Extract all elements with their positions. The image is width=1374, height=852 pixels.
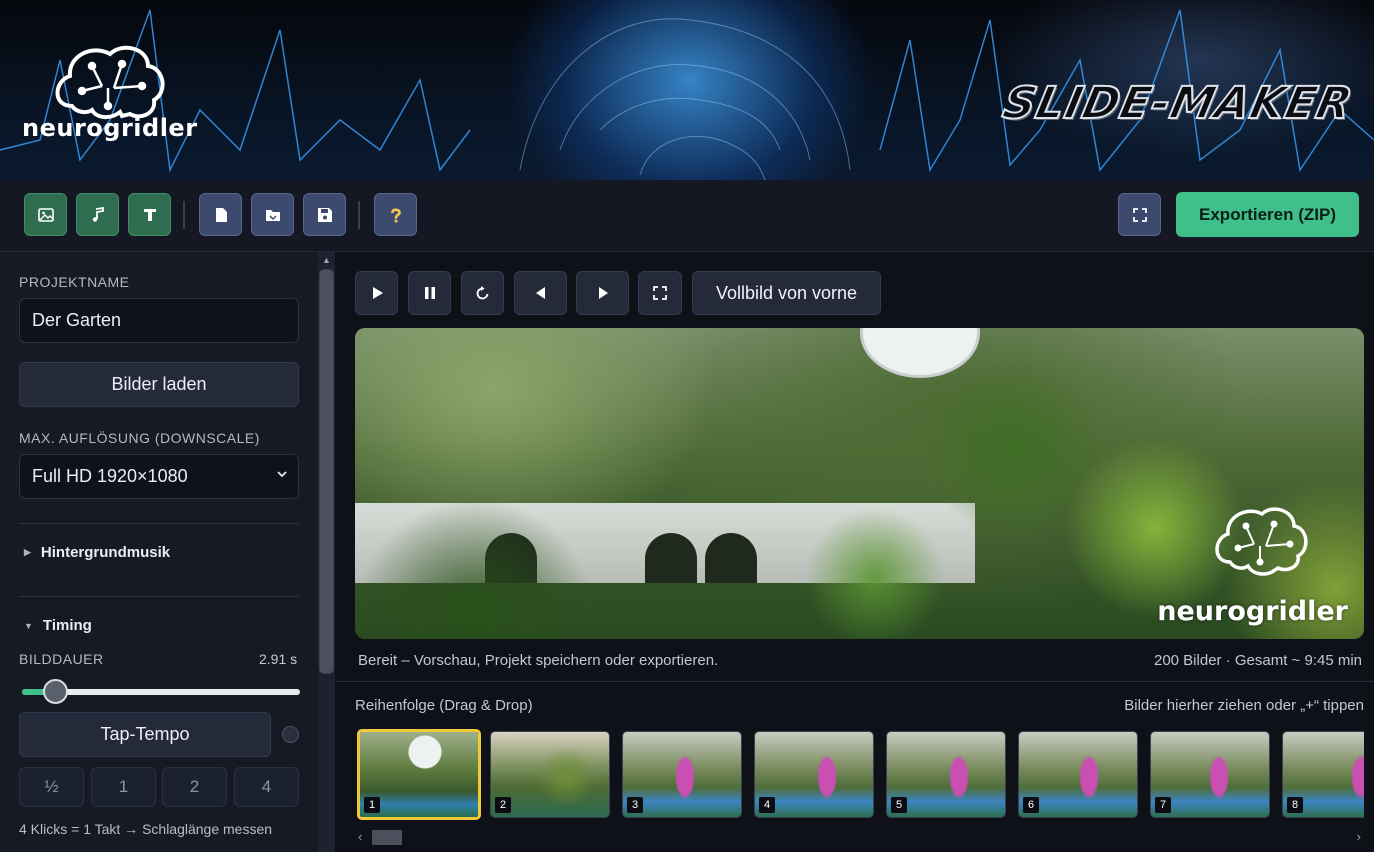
new-project-button[interactable] xyxy=(199,193,242,236)
sidebar-scrollbar[interactable]: ▲ xyxy=(318,252,335,852)
fullscreen-from-start-button[interactable]: Vollbild von vorne xyxy=(692,271,881,315)
thumbnail-strip: 1 2 3 4 5 6 7 8 xyxy=(355,727,1364,823)
export-zip-button[interactable]: Exportieren (ZIP) xyxy=(1176,192,1359,237)
chevron-down-icon xyxy=(277,471,287,478)
scrollbar-thumb[interactable] xyxy=(372,830,402,845)
tap-tempo-button[interactable]: Tap-Tempo xyxy=(19,712,271,757)
scrollbar-thumb[interactable] xyxy=(319,269,334,674)
help-button[interactable] xyxy=(374,193,417,236)
add-image-button[interactable] xyxy=(24,193,67,236)
app-title: SLIDE-MAKER xyxy=(998,77,1359,130)
watermark-text: neurogridler xyxy=(1157,596,1348,627)
fullscreen-button[interactable] xyxy=(1118,193,1161,236)
image-icon xyxy=(37,207,54,222)
multiplier-half-button[interactable]: ½ xyxy=(19,767,84,807)
toolbar: Exportieren (ZIP) xyxy=(0,180,1374,252)
triangle-left-icon xyxy=(535,287,545,299)
tap-tempo-hint: 4 Klicks = 1 Takt → Schlaglänge messen xyxy=(19,821,273,837)
thumbnail-item[interactable]: 3 xyxy=(622,731,742,818)
thumbnail-number: 6 xyxy=(1023,797,1039,813)
fullscreen-icon xyxy=(1132,207,1147,222)
multiplier-2-button[interactable]: 2 xyxy=(162,767,227,807)
previous-button[interactable] xyxy=(514,271,567,315)
sidebar: PROJEKTNAME Der Garten Bilder laden MAX.… xyxy=(0,252,335,852)
pause-button[interactable] xyxy=(408,271,451,315)
thumbnail-item[interactable]: 4 xyxy=(754,731,874,818)
divider xyxy=(19,523,299,524)
play-icon xyxy=(372,287,383,299)
divider xyxy=(19,596,299,597)
resolution-select[interactable]: Full HD 1920×1080 xyxy=(19,454,299,499)
add-music-button[interactable] xyxy=(76,193,119,236)
timeline-scrollbar[interactable]: ‹ › xyxy=(355,829,1364,846)
play-button[interactable] xyxy=(355,271,398,315)
thumbnail-number: 3 xyxy=(627,797,643,813)
caret-down-icon: ▼ xyxy=(24,620,33,631)
multiplier-4-button[interactable]: 4 xyxy=(234,767,299,807)
next-button[interactable] xyxy=(576,271,629,315)
thumbnail-number: 8 xyxy=(1287,797,1303,813)
folder-icon xyxy=(265,209,280,221)
text-t-icon xyxy=(143,208,156,221)
question-mark-icon xyxy=(390,208,401,222)
thumbnail-number: 2 xyxy=(495,797,511,813)
add-text-button[interactable] xyxy=(128,193,171,236)
image-count-text: 200 Bilder · Gesamt ~ 9:45 min xyxy=(1153,652,1362,669)
duration-label: BILDDAUER xyxy=(19,651,104,667)
resolution-value: Full HD 1920×1080 xyxy=(32,466,188,486)
pause-icon xyxy=(424,287,435,299)
duration-value: 2.91 s xyxy=(259,651,298,667)
thumbnail-item[interactable]: 7 xyxy=(1150,731,1270,818)
divider xyxy=(336,681,1374,682)
file-icon xyxy=(215,207,227,222)
fullscreen-preview-button[interactable] xyxy=(638,271,682,315)
scroll-up-icon: ▲ xyxy=(322,255,331,265)
scroll-right-icon: › xyxy=(1356,829,1361,844)
floppy-disk-icon xyxy=(317,207,332,222)
timeline-title: Reihenfolge (Drag & Drop) xyxy=(355,697,533,714)
caret-right-icon: ▶ xyxy=(24,547,31,557)
thumbnail-number: 7 xyxy=(1155,797,1171,813)
timing-section-title: Timing xyxy=(42,617,92,634)
timing-section-toggle[interactable]: ▼ Timing xyxy=(24,617,92,634)
thumbnail-item[interactable]: 2 xyxy=(490,731,610,818)
triangle-right-icon xyxy=(598,287,608,299)
fullscreen-icon xyxy=(653,286,667,300)
resolution-label: MAX. AUFLÖSUNG (DOWNSCALE) xyxy=(19,430,260,446)
thumbnail-item[interactable]: 6 xyxy=(1018,731,1138,818)
status-text: Bereit – Vorschau, Projekt speichern ode… xyxy=(358,652,719,669)
rotate-icon xyxy=(476,286,488,300)
header-banner: neurogridler SLIDE-MAKER xyxy=(0,0,1374,180)
music-section-toggle[interactable]: ▶ Hintergrundmusik xyxy=(24,544,170,561)
project-name-input[interactable]: Der Garten xyxy=(19,298,299,343)
duration-slider-handle[interactable] xyxy=(42,679,68,704)
project-name-label: PROJEKTNAME xyxy=(19,274,130,290)
restart-button[interactable] xyxy=(461,271,504,315)
thumbnail-item[interactable]: 5 xyxy=(886,731,1006,818)
load-images-button[interactable]: Bilder laden xyxy=(19,362,299,407)
slide-preview[interactable]: neurogridler xyxy=(355,328,1364,639)
tap-indicator xyxy=(282,726,299,743)
thumbnail-number: 1 xyxy=(364,797,380,813)
brand-name: neurogridler xyxy=(22,114,198,142)
thumbnail-number: 5 xyxy=(891,797,907,813)
thumbnail-number: 4 xyxy=(759,797,775,813)
toolbar-separator xyxy=(183,201,185,229)
scroll-left-icon: ‹ xyxy=(358,829,363,844)
music-section-title: Hintergrundmusik xyxy=(40,544,171,561)
music-note-icon xyxy=(92,206,104,222)
open-project-button[interactable] xyxy=(251,193,294,236)
timeline-hint: Bilder hierher ziehen oder „+“ tippen xyxy=(1124,697,1364,714)
multiplier-1-button[interactable]: 1 xyxy=(91,767,156,807)
toolbar-separator xyxy=(358,201,360,229)
save-project-button[interactable] xyxy=(303,193,346,236)
thumbnail-item[interactable]: 1 xyxy=(357,729,481,820)
thumbnail-item[interactable]: 8 xyxy=(1282,731,1364,818)
watermark-brain-icon xyxy=(1215,507,1308,576)
